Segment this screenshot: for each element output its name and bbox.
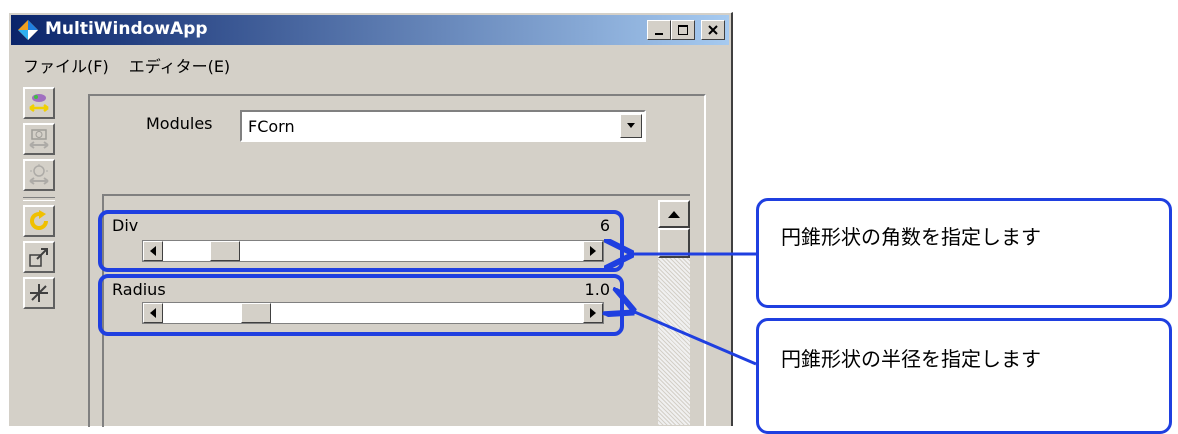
callout-radius-text: 円錐形状の半径を指定します bbox=[781, 347, 1041, 371]
callout-arrow-radius bbox=[630, 310, 757, 366]
callout-div-text: 円錐形状の角数を指定します bbox=[781, 225, 1041, 249]
callout-radius: 円錐形状の半径を指定します bbox=[756, 318, 1172, 434]
callout-div: 円錐形状の角数を指定します bbox=[756, 198, 1172, 308]
